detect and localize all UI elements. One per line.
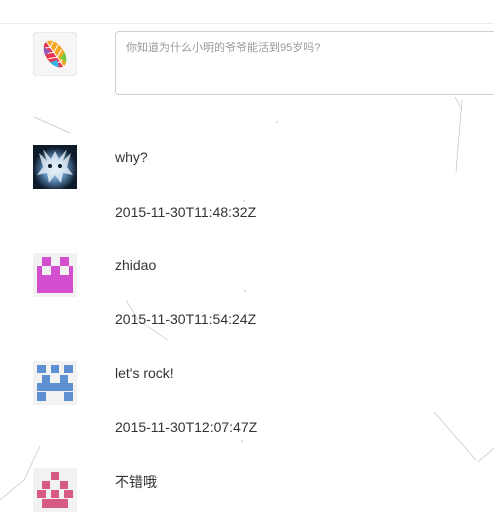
comments-page: why? 2015-11-30T11:48:32Z zhidao 2015-11…	[0, 0, 494, 512]
comment-text-2: zhidao	[115, 257, 157, 273]
pink-identicon	[33, 468, 77, 512]
comment-timestamp-1: 2015-11-30T11:48:32Z	[115, 204, 257, 220]
comment-text-4: 不错哦	[115, 474, 157, 490]
comment-input-box[interactable]	[115, 31, 494, 95]
comment-text-1: why?	[115, 149, 148, 165]
comment-input[interactable]	[116, 32, 494, 94]
comment-avatar-4	[33, 468, 77, 512]
comment-text-3: let's rock!	[115, 365, 174, 381]
comment-timestamp-2: 2015-11-30T11:54:24Z	[115, 311, 257, 327]
comment-avatar-2	[33, 253, 77, 297]
comment-timestamp-3: 2015-11-30T12:07:47Z	[115, 419, 258, 435]
magenta-identicon	[33, 253, 77, 297]
dark-creature-avatar-icon	[33, 145, 77, 189]
current-user-avatar	[33, 32, 77, 76]
comment-avatar-1	[33, 145, 77, 189]
blue-identicon	[33, 361, 77, 405]
top-divider	[0, 23, 494, 24]
rainbow-leaf-icon	[33, 32, 77, 76]
comment-avatar-3	[33, 361, 77, 405]
